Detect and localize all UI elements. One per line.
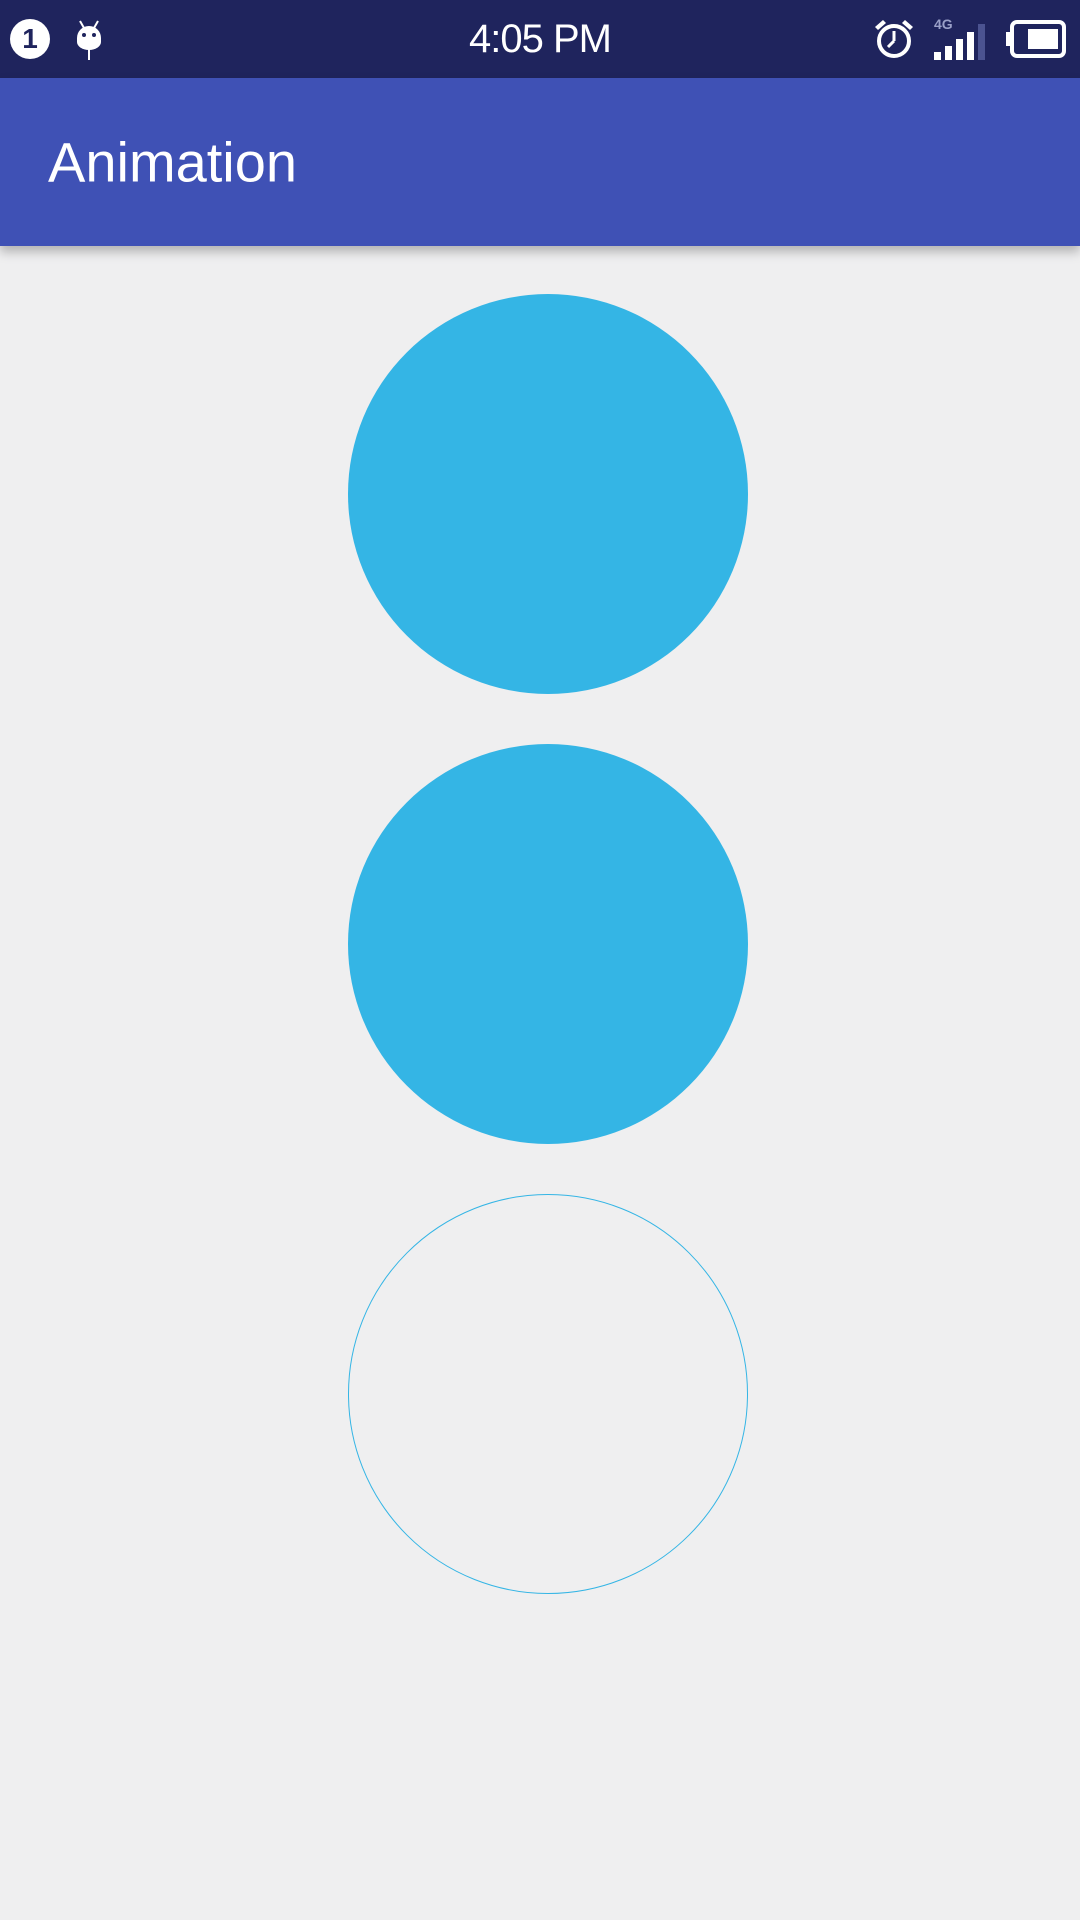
alarm-icon	[875, 20, 913, 58]
app-bar: Animation	[0, 78, 1080, 246]
app-title: Animation	[48, 130, 298, 194]
status-right-icons: 4G	[872, 14, 1066, 64]
status-bar: 1 4:05 PM 4G	[0, 0, 1080, 78]
animation-canvas	[0, 246, 1080, 1920]
animated-circle-outline	[348, 1194, 748, 1594]
signal-icon	[934, 24, 985, 60]
battery-icon	[1006, 20, 1066, 58]
signal-group: 4G	[932, 14, 992, 64]
animated-circle-filled-2	[348, 744, 748, 1144]
animated-circle-filled-1	[348, 294, 748, 694]
